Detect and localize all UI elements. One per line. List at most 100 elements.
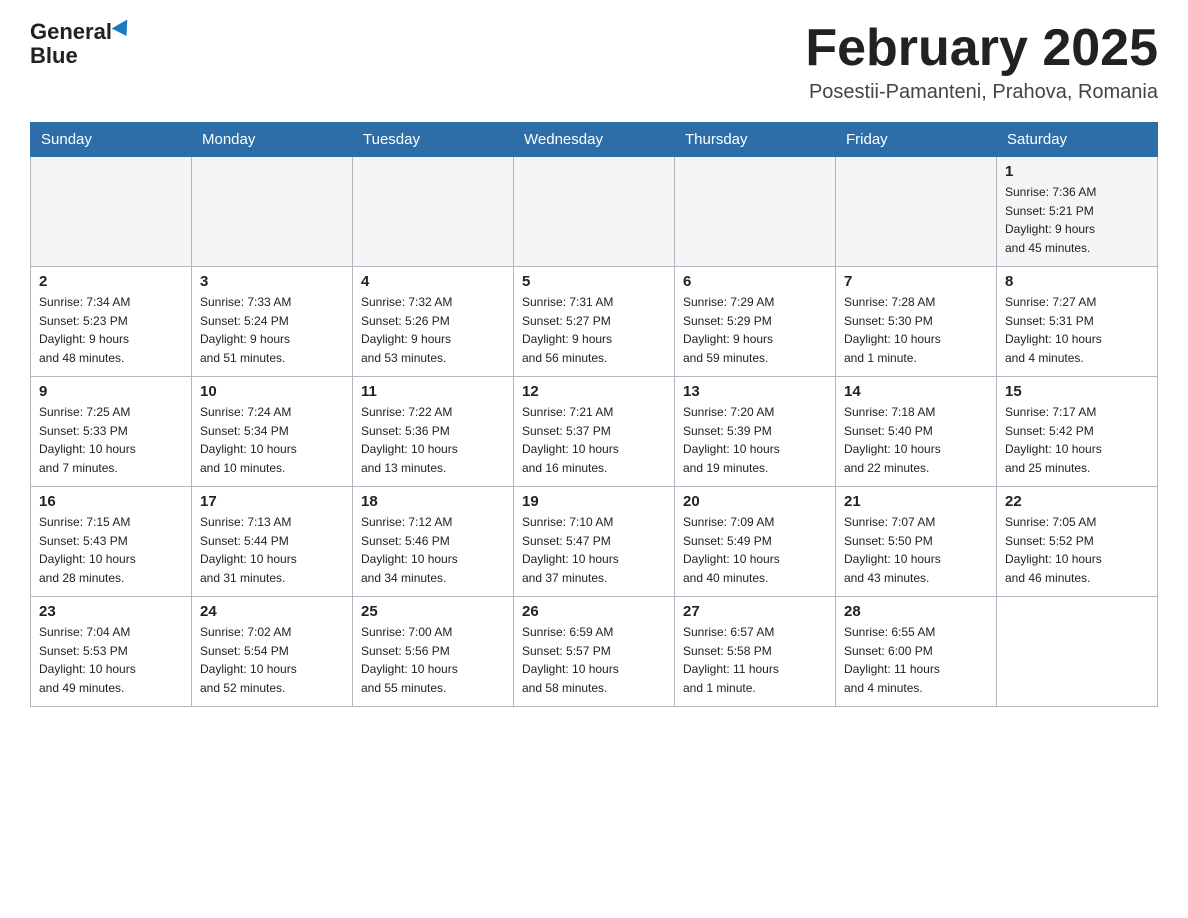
day-number: 14: [844, 383, 988, 400]
col-header-monday: Monday: [192, 123, 353, 157]
day-info: Sunrise: 7:36 AM Sunset: 5:21 PM Dayligh…: [1005, 183, 1149, 257]
calendar-cell: 15Sunrise: 7:17 AM Sunset: 5:42 PM Dayli…: [997, 377, 1158, 487]
calendar-cell: [675, 157, 836, 267]
month-title: February 2025: [805, 20, 1158, 77]
day-number: 7: [844, 273, 988, 290]
day-info: Sunrise: 7:09 AM Sunset: 5:49 PM Dayligh…: [683, 513, 827, 587]
calendar-cell: 12 Sunrise: 7:21 AM Sunset: 5:37 PM Dayli…: [514, 377, 675, 487]
day-info: Sunrise: 7:21 AM Sunset: 5:37 PM Dayligh…: [522, 403, 666, 477]
day-number: 18: [361, 493, 505, 510]
day-number: 26: [522, 603, 666, 620]
calendar-cell: [31, 157, 192, 267]
calendar-cell: [353, 157, 514, 267]
col-header-wednesday: Wednesday: [514, 123, 675, 157]
logo-triangle-icon: [112, 20, 135, 41]
day-info: Sunrise: 7:24 AM Sunset: 5:34 PM Dayligh…: [200, 403, 344, 477]
day-info: Sunrise: 7:18 AM Sunset: 5:40 PM Dayligh…: [844, 403, 988, 477]
calendar-cell: 25 Sunrise: 7:00 AM Sunset: 5:56 PM Dayli…: [353, 597, 514, 707]
day-number: 3: [200, 273, 344, 290]
day-number: 6: [683, 273, 827, 290]
day-info: Sunrise: 7:15 AM Sunset: 5:43 PM Dayligh…: [39, 513, 183, 587]
calendar-week-row: 2 Sunrise: 7:34 AM Sunset: 5:23 PM Daylig…: [31, 267, 1158, 377]
location-title: Posestii-Pamanteni, Prahova, Romania: [805, 81, 1158, 104]
day-number: 20: [683, 493, 827, 510]
calendar-cell: 9 Sunrise: 7:25 AM Sunset: 5:33 PM Daylig…: [31, 377, 192, 487]
calendar-cell: 8Sunrise: 7:27 AM Sunset: 5:31 PM Daylig…: [997, 267, 1158, 377]
day-number: 24: [200, 603, 344, 620]
day-info: Sunrise: 7:10 AM Sunset: 5:47 PM Dayligh…: [522, 513, 666, 587]
day-info: Sunrise: 7:32 AM Sunset: 5:26 PM Dayligh…: [361, 293, 505, 367]
calendar-cell: 6 Sunrise: 7:29 AM Sunset: 5:29 PM Daylig…: [675, 267, 836, 377]
calendar-cell: 4 Sunrise: 7:32 AM Sunset: 5:26 PM Daylig…: [353, 267, 514, 377]
day-info: Sunrise: 7:13 AM Sunset: 5:44 PM Dayligh…: [200, 513, 344, 587]
calendar-cell: 26Sunrise: 6:59 AM Sunset: 5:57 PM Dayli…: [514, 597, 675, 707]
day-info: Sunrise: 7:25 AM Sunset: 5:33 PM Dayligh…: [39, 403, 183, 477]
day-info: Sunrise: 6:57 AM Sunset: 5:58 PM Dayligh…: [683, 623, 827, 697]
logo-text-general: General: [30, 20, 112, 44]
day-number: 22: [1005, 493, 1149, 510]
calendar-cell: [192, 157, 353, 267]
day-info: Sunrise: 7:29 AM Sunset: 5:29 PM Dayligh…: [683, 293, 827, 367]
day-info: Sunrise: 7:20 AM Sunset: 5:39 PM Dayligh…: [683, 403, 827, 477]
calendar-cell: 28 Sunrise: 6:55 AM Sunset: 6:00 PM Dayli…: [836, 597, 997, 707]
day-number: 13: [683, 383, 827, 400]
day-info: Sunrise: 7:28 AM Sunset: 5:30 PM Dayligh…: [844, 293, 988, 367]
day-info: Sunrise: 7:34 AM Sunset: 5:23 PM Dayligh…: [39, 293, 183, 367]
page-header: General Blue February 2025 Posestii-Pama…: [30, 20, 1158, 104]
day-number: 12: [522, 383, 666, 400]
day-info: Sunrise: 7:00 AM Sunset: 5:56 PM Dayligh…: [361, 623, 505, 697]
day-number: 25: [361, 603, 505, 620]
day-number: 16: [39, 493, 183, 510]
calendar-cell: 18Sunrise: 7:12 AM Sunset: 5:46 PM Dayli…: [353, 487, 514, 597]
calendar-cell: 17 Sunrise: 7:13 AM Sunset: 5:44 PM Dayli…: [192, 487, 353, 597]
calendar-cell: 7 Sunrise: 7:28 AM Sunset: 5:30 PM Daylig…: [836, 267, 997, 377]
day-number: 4: [361, 273, 505, 290]
calendar-cell: 11Sunrise: 7:22 AM Sunset: 5:36 PM Dayli…: [353, 377, 514, 487]
calendar-cell: [836, 157, 997, 267]
calendar-week-row: 16 Sunrise: 7:15 AM Sunset: 5:43 PM Dayli…: [31, 487, 1158, 597]
day-number: 10: [200, 383, 344, 400]
calendar-cell: 16 Sunrise: 7:15 AM Sunset: 5:43 PM Dayli…: [31, 487, 192, 597]
calendar-cell: 10 Sunrise: 7:24 AM Sunset: 5:34 PM Dayli…: [192, 377, 353, 487]
day-info: Sunrise: 6:55 AM Sunset: 6:00 PM Dayligh…: [844, 623, 988, 697]
day-info: Sunrise: 7:07 AM Sunset: 5:50 PM Dayligh…: [844, 513, 988, 587]
day-number: 27: [683, 603, 827, 620]
col-header-friday: Friday: [836, 123, 997, 157]
day-number: 1: [1005, 163, 1149, 180]
day-number: 23: [39, 603, 183, 620]
col-header-tuesday: Tuesday: [353, 123, 514, 157]
calendar-cell: 14 Sunrise: 7:18 AM Sunset: 5:40 PM Dayli…: [836, 377, 997, 487]
day-number: 9: [39, 383, 183, 400]
calendar-cell: 1 Sunrise: 7:36 AM Sunset: 5:21 PM Daylig…: [997, 157, 1158, 267]
calendar-cell: 2 Sunrise: 7:34 AM Sunset: 5:23 PM Daylig…: [31, 267, 192, 377]
calendar-cell: 13 Sunrise: 7:20 AM Sunset: 5:39 PM Dayli…: [675, 377, 836, 487]
day-info: Sunrise: 7:31 AM Sunset: 5:27 PM Dayligh…: [522, 293, 666, 367]
day-number: 19: [522, 493, 666, 510]
calendar-cell: 19 Sunrise: 7:10 AM Sunset: 5:47 PM Dayli…: [514, 487, 675, 597]
logo: General Blue: [30, 20, 132, 68]
col-header-thursday: Thursday: [675, 123, 836, 157]
calendar-cell: 20 Sunrise: 7:09 AM Sunset: 5:49 PM Dayli…: [675, 487, 836, 597]
day-number: 8: [1005, 273, 1149, 290]
calendar-week-row: 9 Sunrise: 7:25 AM Sunset: 5:33 PM Daylig…: [31, 377, 1158, 487]
day-number: 2: [39, 273, 183, 290]
calendar-cell: 24Sunrise: 7:02 AM Sunset: 5:54 PM Dayli…: [192, 597, 353, 707]
calendar-cell: [997, 597, 1158, 707]
calendar-cell: 27 Sunrise: 6:57 AM Sunset: 5:58 PM Dayli…: [675, 597, 836, 707]
calendar-cell: 5Sunrise: 7:31 AM Sunset: 5:27 PM Daylig…: [514, 267, 675, 377]
day-number: 21: [844, 493, 988, 510]
day-number: 15: [1005, 383, 1149, 400]
day-number: 28: [844, 603, 988, 620]
calendar-header-row: SundayMondayTuesdayWednesdayThursdayFrid…: [31, 123, 1158, 157]
calendar-cell: 21 Sunrise: 7:07 AM Sunset: 5:50 PM Dayli…: [836, 487, 997, 597]
calendar-week-row: 23 Sunrise: 7:04 AM Sunset: 5:53 PM Dayli…: [31, 597, 1158, 707]
day-info: Sunrise: 7:22 AM Sunset: 5:36 PM Dayligh…: [361, 403, 505, 477]
calendar-cell: 3Sunrise: 7:33 AM Sunset: 5:24 PM Daylig…: [192, 267, 353, 377]
col-header-saturday: Saturday: [997, 123, 1158, 157]
col-header-sunday: Sunday: [31, 123, 192, 157]
calendar-table: SundayMondayTuesdayWednesdayThursdayFrid…: [30, 122, 1158, 707]
day-info: Sunrise: 7:05 AM Sunset: 5:52 PM Dayligh…: [1005, 513, 1149, 587]
calendar-cell: [514, 157, 675, 267]
day-info: Sunrise: 7:04 AM Sunset: 5:53 PM Dayligh…: [39, 623, 183, 697]
day-number: 17: [200, 493, 344, 510]
